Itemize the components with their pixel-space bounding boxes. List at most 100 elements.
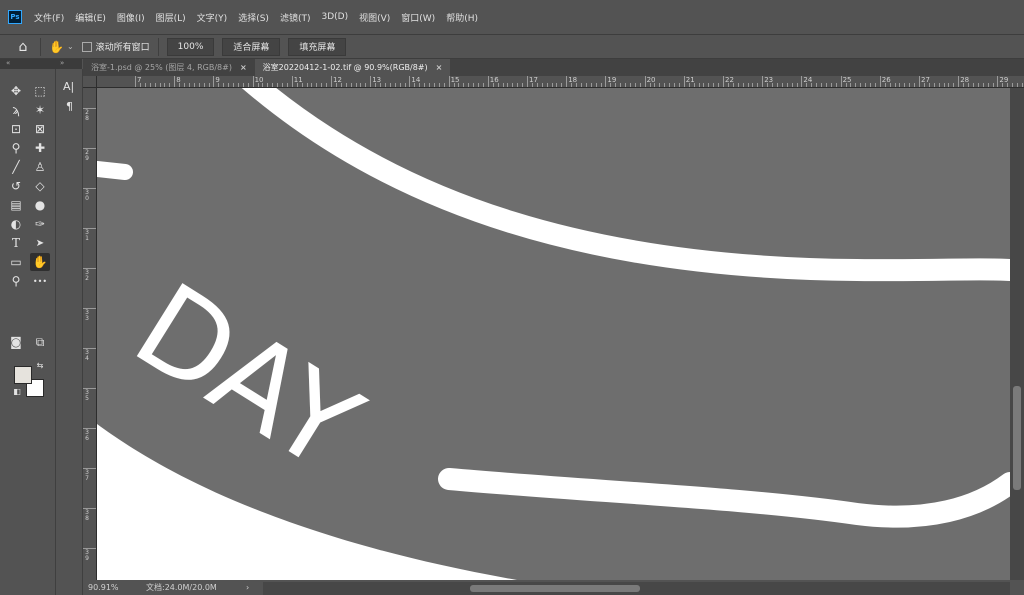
fit-screen-button[interactable]: 适合屏幕 bbox=[222, 37, 281, 56]
ruler-origin[interactable] bbox=[83, 76, 97, 88]
menu-layer[interactable]: 图层(L) bbox=[156, 11, 186, 24]
ruler-minor-tick bbox=[674, 83, 675, 87]
ruler-minor-tick bbox=[571, 83, 573, 87]
menu-image[interactable]: 图像(I) bbox=[117, 11, 145, 24]
fill-screen-button[interactable]: 填充屏幕 bbox=[288, 37, 347, 56]
crop-tool-icon[interactable]: ⊡ bbox=[6, 120, 26, 138]
ruler-label: 29 bbox=[85, 149, 89, 162]
collapse-left-icon[interactable]: « bbox=[6, 59, 10, 68]
ruler-minor-tick bbox=[306, 83, 308, 87]
ruler-tick bbox=[958, 76, 960, 87]
status-menu-arrow[interactable]: › bbox=[246, 583, 249, 592]
ruler-minor-tick bbox=[335, 83, 337, 87]
menu-type[interactable]: 文字(Y) bbox=[197, 11, 228, 24]
menu-help[interactable]: 帮助(H) bbox=[446, 11, 478, 24]
vertical-scroll-thumb[interactable] bbox=[1013, 386, 1021, 490]
ruler-minor-tick bbox=[424, 83, 426, 87]
vertical-ruler[interactable]: 28 29 30 31 32 33 34 35 36 37 38 39 bbox=[83, 88, 97, 580]
ruler-minor-tick bbox=[536, 83, 538, 87]
menu-file[interactable]: 文件(F) bbox=[34, 11, 64, 24]
eraser-tool-icon[interactable]: ◇ bbox=[30, 177, 50, 195]
collapse-right-icon[interactable]: » bbox=[60, 59, 64, 68]
ruler-minor-tick bbox=[830, 83, 832, 87]
screen-mode-icon[interactable]: ⧉ bbox=[30, 333, 50, 351]
magic-wand-tool-icon[interactable]: ✶ bbox=[30, 101, 50, 119]
ruler-minor-tick bbox=[825, 83, 827, 87]
ruler-tick bbox=[83, 268, 96, 269]
clone-stamp-tool-icon[interactable]: ♙ bbox=[30, 158, 50, 176]
ruler-minor-tick bbox=[404, 83, 406, 87]
zoom-100-button[interactable]: 100% bbox=[166, 37, 215, 56]
ruler-tick bbox=[487, 76, 489, 87]
ruler-tick bbox=[252, 76, 254, 87]
ruler-minor-tick bbox=[502, 83, 504, 87]
gradient-tool-icon[interactable]: ▤ bbox=[6, 196, 26, 214]
lasso-tool-icon[interactable]: ϡ bbox=[6, 101, 26, 119]
horizontal-scrollbar[interactable] bbox=[260, 582, 1010, 595]
ruler-minor-tick bbox=[904, 83, 906, 87]
rectangle-tool-icon[interactable]: ▭ bbox=[6, 253, 26, 271]
ruler-tick bbox=[840, 76, 842, 87]
ruler-tick bbox=[527, 76, 528, 87]
ruler-minor-tick bbox=[233, 83, 234, 87]
ruler-minor-tick bbox=[237, 83, 239, 87]
document-canvas[interactable]: DAY bbox=[97, 88, 1010, 580]
ruler-minor-tick bbox=[380, 83, 381, 87]
close-icon[interactable]: × bbox=[240, 63, 247, 72]
paragraph-panel-icon[interactable]: ¶ bbox=[66, 100, 73, 113]
ruler-minor-tick bbox=[188, 83, 190, 87]
history-brush-tool-icon[interactable]: ↺ bbox=[6, 177, 26, 195]
ruler-minor-tick bbox=[492, 83, 494, 87]
ruler-minor-tick bbox=[688, 83, 690, 87]
ruler-minor-tick bbox=[693, 83, 695, 87]
foreground-color-swatch[interactable] bbox=[14, 366, 32, 384]
frame-tool-icon[interactable]: ⊠ bbox=[30, 120, 50, 138]
ruler-minor-tick bbox=[154, 83, 156, 87]
character-panel-icon[interactable]: A| bbox=[63, 80, 74, 93]
ruler-minor-tick bbox=[860, 83, 862, 87]
blur-tool-icon[interactable]: ● bbox=[30, 196, 50, 214]
ruler-minor-tick bbox=[193, 83, 195, 87]
menu-filter[interactable]: 滤镜(T) bbox=[280, 11, 311, 24]
menu-select[interactable]: 选择(S) bbox=[238, 11, 269, 24]
horizontal-scroll-thumb[interactable] bbox=[470, 585, 640, 592]
more-tools-icon[interactable]: ••• bbox=[30, 272, 50, 290]
ruler-minor-tick bbox=[316, 83, 318, 87]
default-colors-icon[interactable]: ◧ bbox=[11, 386, 23, 396]
type-tool-icon[interactable]: T bbox=[6, 234, 26, 252]
chevron-down-icon[interactable]: ⌄ bbox=[67, 42, 74, 51]
horizontal-ruler[interactable]: 7 8 9 10 11 12 13 14 15 16 17 18 19 20 21 22 23 24 25 26 27 2… bbox=[97, 76, 1024, 88]
ruler-minor-tick bbox=[698, 83, 700, 87]
spot-healing-tool-icon[interactable]: ✚ bbox=[30, 139, 50, 157]
ruler-minor-tick bbox=[791, 83, 793, 87]
move-tool-icon[interactable]: ✥ bbox=[6, 82, 26, 100]
hand-tool-icon[interactable]: ✋ bbox=[30, 253, 50, 271]
close-icon[interactable]: × bbox=[436, 63, 443, 72]
menu-view[interactable]: 视图(V) bbox=[359, 11, 390, 24]
menu-window[interactable]: 窗口(W) bbox=[401, 11, 435, 24]
quick-mask-icon[interactable]: ◙ bbox=[6, 333, 26, 351]
pen-tool-icon[interactable]: ✑ bbox=[30, 215, 50, 233]
menu-edit[interactable]: 编辑(E) bbox=[75, 11, 106, 24]
eyedropper-tool-icon[interactable]: ⚲ bbox=[6, 139, 26, 157]
ruler-tick bbox=[566, 76, 568, 87]
menu-3d[interactable]: 3D(D) bbox=[321, 12, 348, 22]
zoom-tool-icon[interactable]: ⚲ bbox=[6, 272, 26, 290]
path-selection-tool-icon[interactable]: ➤ bbox=[30, 234, 50, 252]
home-icon[interactable]: ⌂ bbox=[14, 39, 32, 55]
scroll-all-windows-checkbox[interactable] bbox=[81, 41, 92, 52]
marquee-tool-icon[interactable]: ⬚ bbox=[30, 82, 50, 100]
ruler-minor-tick bbox=[821, 83, 822, 87]
brush-tool-icon[interactable]: ╱ bbox=[6, 158, 26, 176]
options-bar: ⌂ ✋ ⌄ 滚动所有窗口 100% 适合屏幕 填充屏幕 bbox=[0, 34, 1024, 59]
hand-tool-icon[interactable]: ✋ bbox=[49, 40, 64, 54]
ruler-label: 34 bbox=[85, 349, 89, 362]
tab-bathroom-tif[interactable]: 浴室20220412-1-02.tif @ 90.9%(RGB/8#) × bbox=[254, 59, 451, 76]
tab-label: 浴室-1.psd @ 25% (图层 4, RGB/8#) bbox=[91, 63, 232, 72]
dodge-tool-icon[interactable]: ◐ bbox=[6, 215, 26, 233]
swap-colors-icon[interactable]: ⇆ bbox=[34, 360, 46, 370]
tab-bathroom-psd[interactable]: 浴室-1.psd @ 25% (图层 4, RGB/8#) × bbox=[83, 59, 255, 76]
ruler-label: 28 bbox=[85, 109, 89, 122]
vertical-scrollbar[interactable] bbox=[1010, 88, 1024, 580]
zoom-level[interactable]: 90.91% bbox=[88, 583, 146, 592]
